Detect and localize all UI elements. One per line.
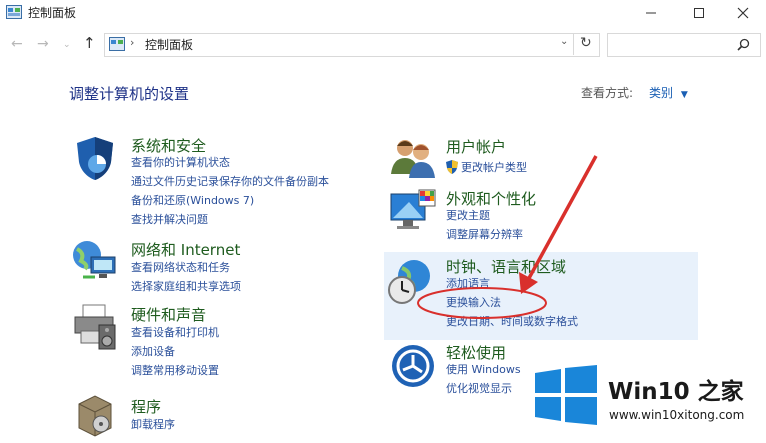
link-mobility-settings[interactable]: 调整常用移动设置 <box>131 362 219 379</box>
chevron-down-icon: ⌄ <box>63 40 71 50</box>
link-file-history-backup[interactable]: 通过文件历史记录保存你的文件备份副本 <box>131 173 329 190</box>
view-by-dropdown[interactable]: 类别 ▼ <box>649 84 688 101</box>
printer-icon <box>74 304 116 350</box>
forward-button[interactable]: → <box>37 36 49 52</box>
monitor-palette-icon <box>390 189 436 229</box>
watermark-title: Win10 之家 <box>608 379 744 405</box>
link-change-theme[interactable]: 更改主题 <box>446 207 490 224</box>
category-title-programs[interactable]: 程序 <box>131 396 161 417</box>
view-by-value: 类别 <box>649 86 674 100</box>
uac-shield-icon <box>446 160 458 174</box>
breadcrumb-path[interactable]: 控制面板 <box>145 36 193 53</box>
category-title-user-accounts[interactable]: 用户帐户 <box>446 136 506 157</box>
link-optimize-visual[interactable]: 优化视觉显示 <box>446 380 512 397</box>
category-title-clock-language-region[interactable]: 时钟、语言和区域 <box>446 256 566 277</box>
link-change-input-method[interactable]: 更换输入法 <box>446 294 501 311</box>
category-title-hardware-sound[interactable]: 硬件和声音 <box>131 304 206 325</box>
network-globe-icon <box>73 241 116 279</box>
category-title-system-security[interactable]: 系统和安全 <box>131 135 206 156</box>
forward-arrow-icon: → <box>37 36 49 52</box>
link-date-time-format[interactable]: 更改日期、时间或数字格式 <box>446 313 578 330</box>
close-button[interactable] <box>720 0 766 26</box>
link-use-windows[interactable]: 使用 Windows <box>446 361 521 378</box>
dropdown-triangle-icon: ▼ <box>680 90 688 100</box>
address-divider <box>573 33 574 55</box>
breadcrumb-chevron-icon: › <box>130 36 135 49</box>
link-devices-printers[interactable]: 查看设备和打印机 <box>131 324 219 341</box>
maximize-button[interactable] <box>676 0 722 26</box>
maximize-icon <box>694 8 704 18</box>
category-title-network-internet[interactable]: 网络和 Internet <box>131 239 240 260</box>
link-troubleshoot[interactable]: 查找并解决问题 <box>131 211 208 228</box>
ease-of-access-icon <box>392 345 434 387</box>
shield-icon <box>77 137 113 180</box>
refresh-icon: ↻ <box>580 35 592 51</box>
users-icon <box>391 140 435 178</box>
address-control-panel-icon <box>109 37 125 51</box>
link-network-status[interactable]: 查看网络状态和任务 <box>131 259 230 276</box>
link-uninstall-program[interactable]: 卸载程序 <box>131 416 175 433</box>
programs-box-icon <box>78 395 112 437</box>
page-title: 调整计算机的设置 <box>69 85 190 103</box>
window-title: 控制面板 <box>28 6 77 20</box>
link-add-language[interactable]: 添加语言 <box>446 275 490 292</box>
windows-logo-icon <box>535 365 597 425</box>
watermark-url: www.win10xitong.com <box>609 408 745 422</box>
clock-globe-icon <box>388 260 430 304</box>
link-screen-resolution[interactable]: 调整屏幕分辨率 <box>446 226 523 243</box>
category-title-appearance[interactable]: 外观和个性化 <box>446 188 536 209</box>
refresh-button[interactable]: ↻ <box>580 35 592 51</box>
link-add-device[interactable]: 添加设备 <box>131 343 175 360</box>
back-arrow-icon: ← <box>11 36 23 52</box>
link-change-account-type[interactable]: 更改帐户类型 <box>461 159 527 176</box>
link-view-computer-status[interactable]: 查看你的计算机状态 <box>131 154 230 171</box>
minimize-icon <box>646 12 656 14</box>
address-dropdown-icon[interactable]: ⌄ <box>560 36 568 47</box>
search-icon <box>737 38 750 51</box>
up-button[interactable]: ↑ <box>83 34 96 52</box>
link-backup-restore[interactable]: 备份和还原(Windows 7) <box>131 192 254 209</box>
minimize-button[interactable] <box>628 0 674 26</box>
back-button[interactable]: ← <box>11 36 23 52</box>
link-homegroup-sharing[interactable]: 选择家庭组和共享选项 <box>131 278 241 295</box>
view-by-label: 查看方式: <box>581 86 634 100</box>
control-panel-icon <box>6 5 22 19</box>
up-arrow-icon: ↑ <box>83 34 96 52</box>
category-title-ease-of-access[interactable]: 轻松使用 <box>446 342 506 363</box>
recent-locations-button[interactable]: ⌄ <box>63 40 71 50</box>
close-icon <box>737 7 749 19</box>
